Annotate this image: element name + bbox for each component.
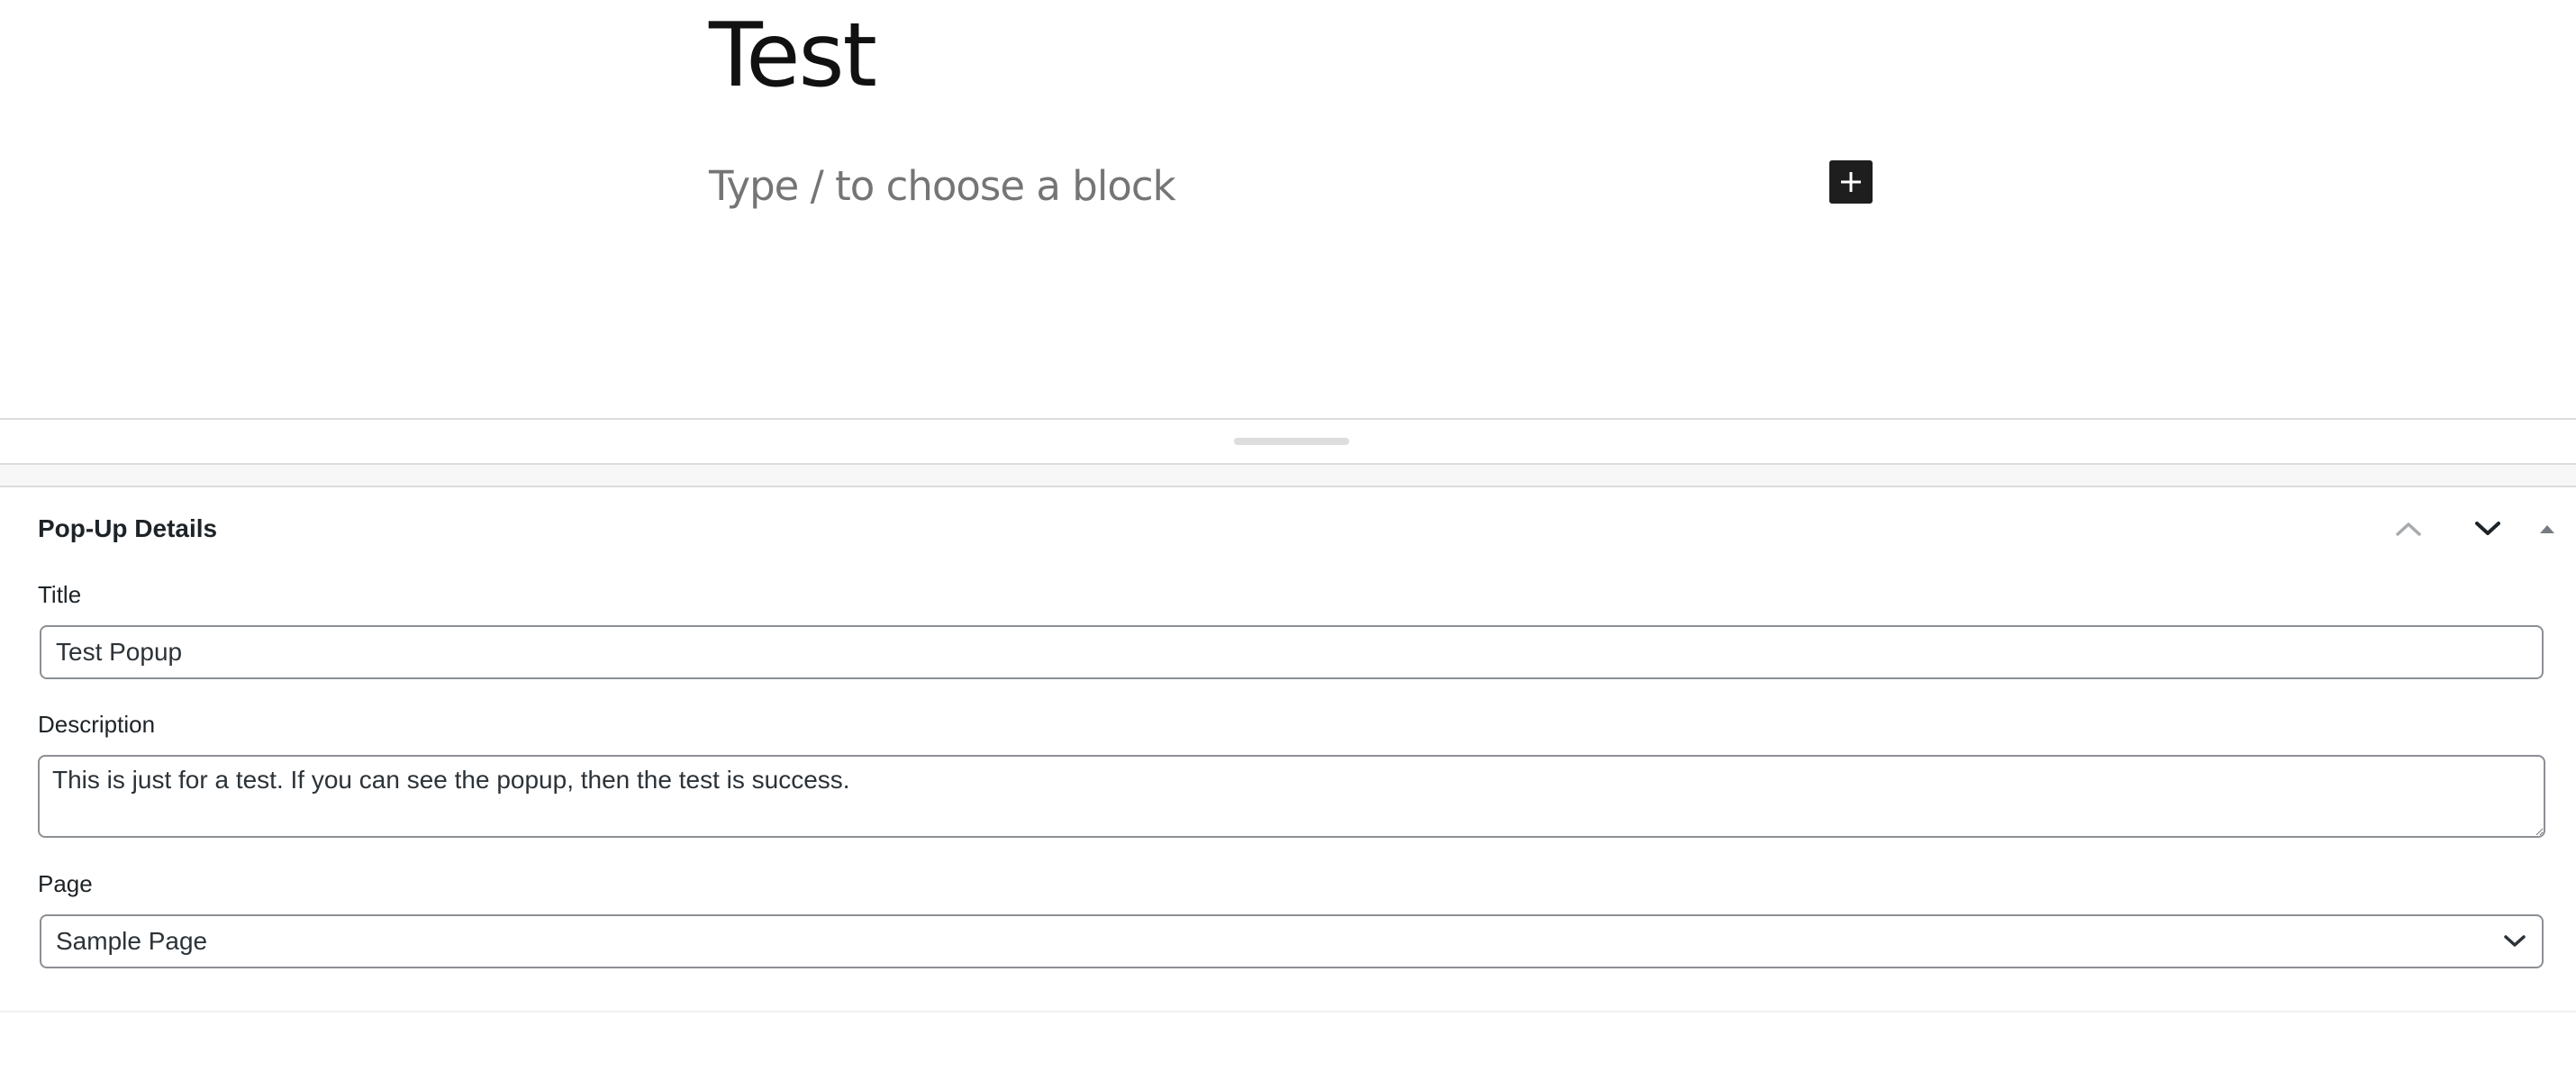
metabox-gap xyxy=(0,465,2576,486)
block-placeholder[interactable]: Type / to choose a block xyxy=(709,159,1176,214)
chevron-down-icon xyxy=(2502,929,2527,954)
editor-canvas: Test Type / to choose a block xyxy=(0,0,2576,418)
description-textarea[interactable]: This is just for a test. If you can see … xyxy=(38,755,2545,838)
move-up-button[interactable] xyxy=(2369,505,2448,552)
post-title[interactable]: Test xyxy=(709,2,877,110)
page-select-value: Sample Page xyxy=(56,927,208,955)
chevron-down-icon xyxy=(2475,522,2500,535)
title-input[interactable] xyxy=(40,625,2544,679)
metabox-title: Pop-Up Details xyxy=(38,514,218,542)
move-down-button[interactable] xyxy=(2448,505,2527,552)
metabox-resize-bar xyxy=(0,420,2576,463)
metabox-bottom-divider xyxy=(0,1011,2576,1013)
page-select[interactable]: Sample Page xyxy=(40,914,2544,968)
plus-icon xyxy=(1841,172,1861,192)
caret-up-icon xyxy=(2540,525,2554,533)
popup-details-metabox: Pop-Up Details Title Description This is… xyxy=(0,487,2576,1013)
title-label: Title xyxy=(38,581,82,608)
resize-handle[interactable] xyxy=(1234,438,1349,445)
chevron-up-icon xyxy=(2396,522,2421,536)
toggle-panel-button[interactable] xyxy=(2527,505,2576,552)
metabox-controls xyxy=(2369,505,2576,552)
description-label: Description xyxy=(38,711,156,738)
block-inserter-button[interactable] xyxy=(1829,160,1873,204)
page-label: Page xyxy=(38,870,93,897)
